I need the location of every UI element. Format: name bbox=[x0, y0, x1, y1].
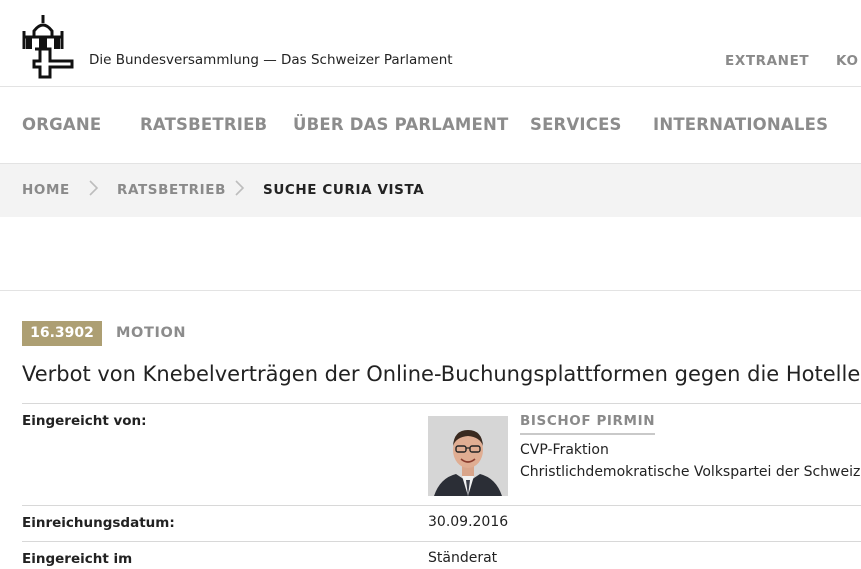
nav-item-services[interactable]: SERVICES bbox=[530, 115, 622, 134]
divider bbox=[22, 505, 861, 506]
nav-item-ueber-das-parlament[interactable]: ÜBER DAS PARLAMENT bbox=[293, 115, 508, 134]
site-title[interactable]: Die Bundesversammlung — Das Schweizer Pa… bbox=[89, 52, 453, 68]
submitted-by-label: Eingereicht von: bbox=[22, 413, 147, 429]
page-title: Verbot von Knebelverträgen der Online-Bu… bbox=[22, 362, 861, 386]
business-number-badge: 16.3902 bbox=[22, 321, 102, 346]
portrait-image-icon bbox=[428, 416, 508, 496]
chevron-right-icon bbox=[89, 180, 99, 196]
chevron-right-icon bbox=[235, 180, 245, 196]
extranet-link[interactable]: EXTRANET bbox=[725, 53, 809, 69]
top-bar: Die Bundesversammlung — Das Schweizer Pa… bbox=[0, 0, 861, 87]
nav-item-ratsbetrieb[interactable]: RATSBETRIEB bbox=[140, 115, 267, 134]
nav-item-internationales[interactable]: INTERNATIONALES bbox=[653, 115, 828, 134]
submitter-faction: CVP-Fraktion bbox=[520, 442, 609, 458]
parliament-logo-icon[interactable] bbox=[20, 9, 76, 79]
council-value: Ständerat bbox=[428, 550, 498, 566]
main-navigation: ORGANE RATSBETRIEB ÜBER DAS PARLAMENT SE… bbox=[0, 87, 861, 164]
submission-date-value: 30.09.2016 bbox=[428, 514, 509, 530]
submission-date-label: Einreichungsdatum: bbox=[22, 515, 175, 531]
breadcrumb-home[interactable]: HOME bbox=[22, 182, 70, 198]
divider bbox=[22, 403, 861, 404]
submitter-party: Christlichdemokratische Volkspartei der … bbox=[520, 464, 861, 480]
breadcrumb: HOME RATSBETRIEB SUCHE CURIA VISTA bbox=[0, 164, 861, 217]
submitter-photo[interactable] bbox=[428, 416, 508, 496]
divider bbox=[0, 290, 861, 291]
divider bbox=[22, 541, 861, 542]
nav-item-organe[interactable]: ORGANE bbox=[22, 115, 101, 134]
breadcrumb-ratsbetrieb[interactable]: RATSBETRIEB bbox=[117, 182, 226, 198]
submitter-name-link[interactable]: BISCHOF PIRMIN bbox=[520, 413, 656, 435]
breadcrumb-current: SUCHE CURIA VISTA bbox=[263, 182, 425, 198]
business-type-label: MOTION bbox=[116, 325, 187, 341]
utility-link-truncated[interactable]: KO bbox=[836, 53, 859, 69]
council-label: Eingereicht im bbox=[22, 551, 133, 567]
